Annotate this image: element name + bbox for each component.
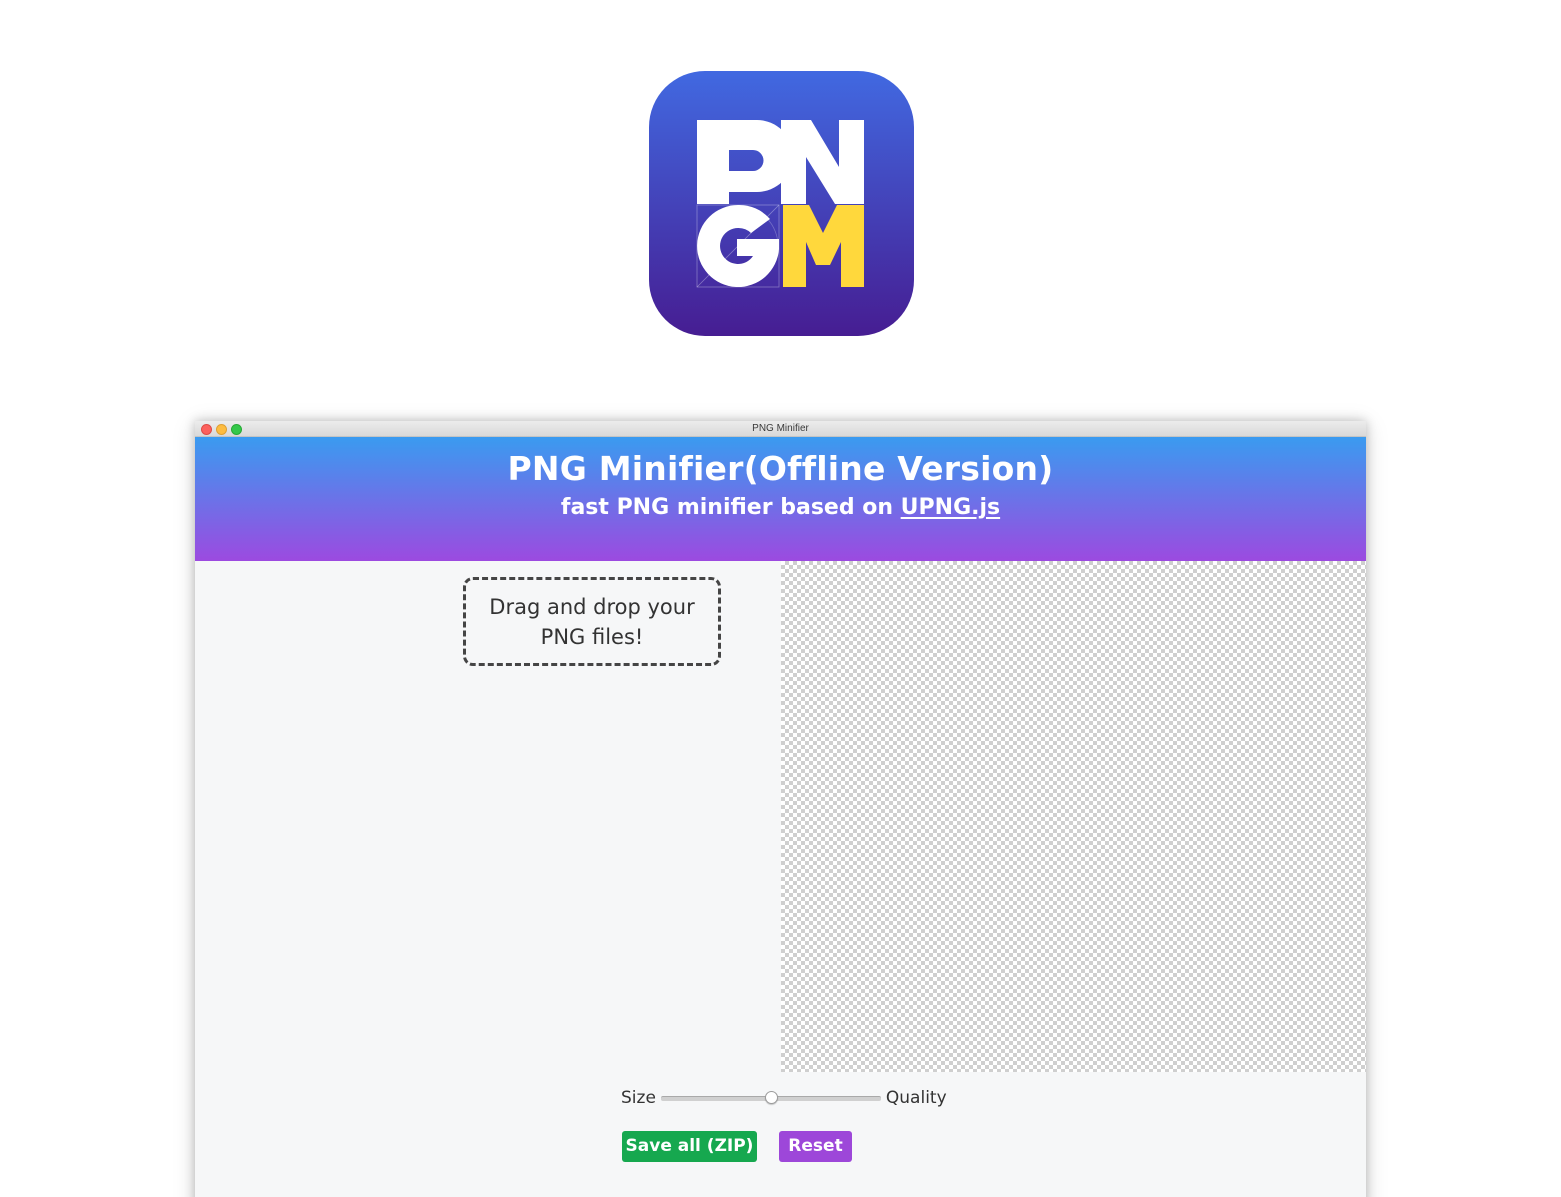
- subtitle-text: fast PNG minifier based on: [560, 495, 901, 520]
- window-titlebar[interactable]: PNG Minifier: [195, 421, 1366, 437]
- app-icon: [649, 71, 914, 336]
- page-subtitle: fast PNG minifier based on UPNG.js: [195, 495, 1366, 521]
- logo-letter-p: [697, 120, 793, 204]
- quality-slider-thumb[interactable]: [764, 1090, 778, 1104]
- quality-slider-row: Size Quality: [621, 1085, 947, 1111]
- quality-slider[interactable]: [660, 1090, 881, 1104]
- page: PNG Minifier PNG Minifier(Offline Versio…: [0, 0, 1561, 1197]
- drop-zone-text: Drag and drop your PNG files!: [489, 594, 695, 649]
- image-preview: [781, 561, 1366, 1072]
- save-all-zip-button[interactable]: Save all (ZIP): [622, 1131, 757, 1162]
- drop-zone[interactable]: Drag and drop your PNG files!: [463, 577, 721, 666]
- page-title: PNG Minifier(Offline Version): [507, 449, 1054, 488]
- app-window: PNG Minifier PNG Minifier(Offline Versio…: [195, 421, 1366, 1197]
- logo-letter-g: [697, 204, 779, 287]
- reset-button[interactable]: Reset: [779, 1131, 852, 1162]
- logo-letter-n: [781, 120, 864, 204]
- window-title: PNG Minifier: [752, 423, 809, 434]
- slider-quality-label: Quality: [885, 1088, 947, 1108]
- logo-letter-m: [783, 205, 864, 287]
- app-header: PNG Minifier(Offline Version) fast PNG m…: [195, 437, 1366, 561]
- slider-size-label: Size: [621, 1088, 656, 1108]
- upng-link[interactable]: UPNG.js: [901, 495, 1000, 520]
- pngm-logo-icon: [696, 120, 864, 288]
